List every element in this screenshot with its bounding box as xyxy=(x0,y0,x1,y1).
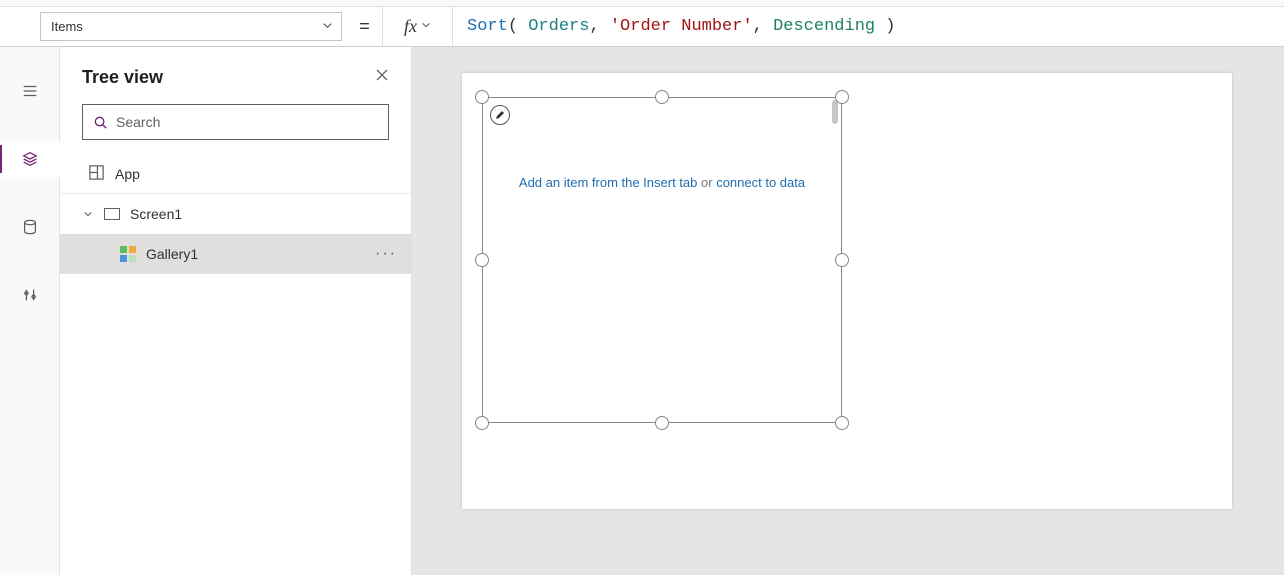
search-box[interactable] xyxy=(82,104,389,140)
screen-canvas[interactable]: Add an item from the Insert tab or conne… xyxy=(462,73,1232,509)
left-rail xyxy=(0,47,60,575)
formula-fn: Sort xyxy=(467,17,508,36)
tree-panel-title: Tree view xyxy=(82,67,163,88)
resize-handle-tr[interactable] xyxy=(835,90,849,104)
chevron-down-icon xyxy=(322,20,333,34)
fx-icon: fx xyxy=(404,16,417,37)
formula-open: ( xyxy=(508,17,528,36)
tree-row-app[interactable]: App xyxy=(60,154,411,194)
formula-arg3: Descending xyxy=(773,17,875,36)
selected-control[interactable]: Add an item from the Insert tab or conne… xyxy=(482,97,842,423)
layers-icon xyxy=(21,150,39,168)
tree-row-screen[interactable]: Screen1 xyxy=(60,194,411,234)
formula-sep2: , xyxy=(753,17,773,36)
chevron-down-icon xyxy=(421,20,431,33)
top-spacer xyxy=(0,0,1284,7)
fx-dropdown[interactable]: fx xyxy=(383,7,453,46)
scrollbar-indicator[interactable] xyxy=(832,100,838,124)
resize-handle-bc[interactable] xyxy=(655,416,669,430)
gallery-hint: Add an item from the Insert tab or conne… xyxy=(482,175,842,190)
property-dropdown[interactable]: Items xyxy=(40,12,342,41)
more-icon[interactable]: ··· xyxy=(375,245,397,263)
formula-arg1: Orders xyxy=(528,17,589,36)
tree-panel: Tree view App Screen1 xyxy=(60,47,412,575)
resize-handle-tl[interactable] xyxy=(475,90,489,104)
formula-input[interactable]: Sort( Orders, 'Order Number', Descending… xyxy=(453,7,1284,46)
hamburger-button[interactable] xyxy=(0,73,60,109)
chevron-down-icon[interactable] xyxy=(82,209,94,219)
formula-close: ) xyxy=(875,17,895,36)
resize-handle-bl[interactable] xyxy=(475,416,489,430)
selection-frame xyxy=(482,97,842,423)
search-input[interactable] xyxy=(116,114,378,130)
resize-handle-tc[interactable] xyxy=(655,90,669,104)
tree-row-gallery[interactable]: Gallery1 ··· xyxy=(60,234,411,274)
equals-glyph: = xyxy=(359,16,370,37)
close-icon[interactable] xyxy=(375,68,389,87)
hint-insert-link[interactable]: Add an item from the Insert tab xyxy=(519,175,697,190)
resize-handle-br[interactable] xyxy=(835,416,849,430)
formula-arg2: 'Order Number' xyxy=(610,17,753,36)
formula-sep1: , xyxy=(589,17,609,36)
screen-icon xyxy=(104,208,120,220)
pencil-icon xyxy=(495,110,505,120)
tools-icon xyxy=(21,286,39,304)
resize-handle-ml[interactable] xyxy=(475,253,489,267)
equals-label: = xyxy=(347,7,383,46)
hint-or: or xyxy=(697,175,716,190)
canvas-area[interactable]: Add an item from the Insert tab or conne… xyxy=(412,47,1284,575)
edit-pencil-button[interactable] xyxy=(490,105,510,125)
tree-label-screen: Screen1 xyxy=(130,206,182,222)
tree-label-gallery: Gallery1 xyxy=(146,246,198,262)
tree-header: Tree view xyxy=(60,47,411,104)
database-icon xyxy=(21,218,39,236)
hamburger-icon xyxy=(21,82,39,100)
property-dropdown-value: Items xyxy=(51,19,83,34)
hint-connect-link[interactable]: connect to data xyxy=(716,175,805,190)
advanced-tools-rail-button[interactable] xyxy=(0,277,60,313)
search-wrap xyxy=(60,104,411,154)
gallery-icon xyxy=(120,246,136,262)
data-rail-button[interactable] xyxy=(0,209,60,245)
app-icon xyxy=(88,164,105,184)
resize-handle-mr[interactable] xyxy=(835,253,849,267)
tree-label-app: App xyxy=(115,166,140,182)
tree-view-rail-button[interactable] xyxy=(0,141,60,177)
formula-bar: Items = fx Sort( Orders, 'Order Number',… xyxy=(0,7,1284,47)
search-icon xyxy=(93,115,108,130)
tree-list: App Screen1 Gallery1 ··· xyxy=(60,154,411,575)
main-area: Tree view App Screen1 xyxy=(0,47,1284,575)
